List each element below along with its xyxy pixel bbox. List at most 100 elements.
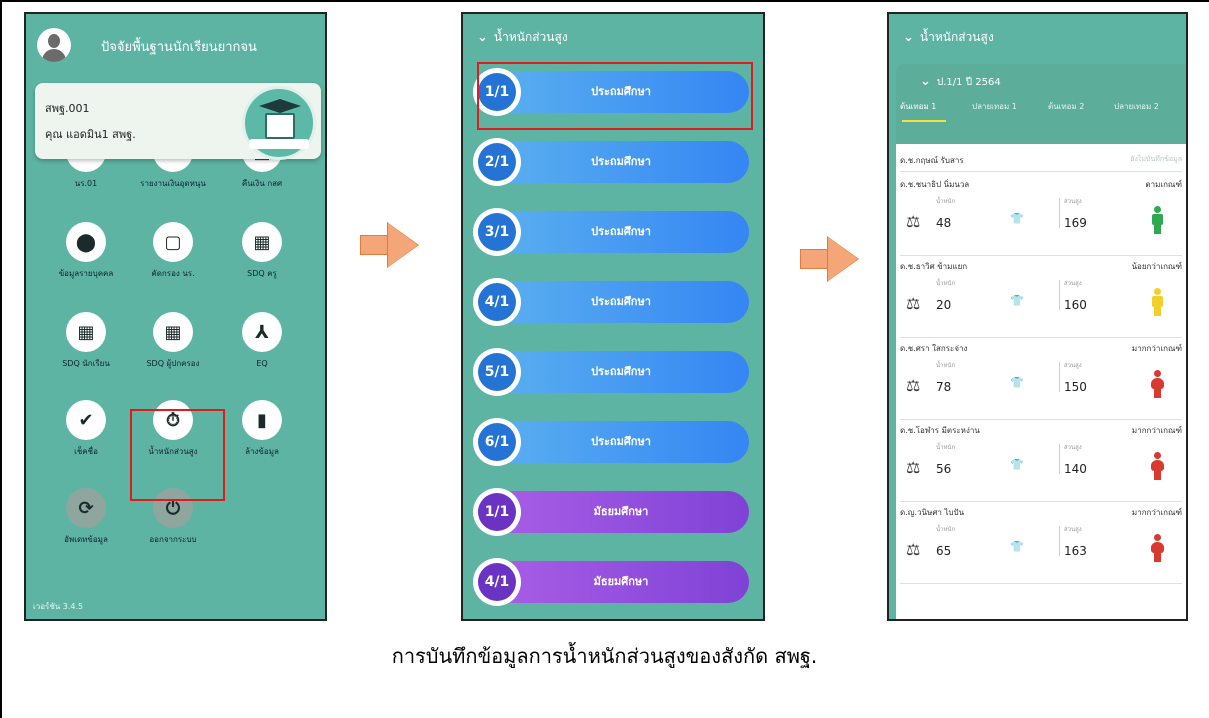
class-button[interactable]: มัธยมศึกษา 4/1 [473,558,749,606]
height-label: ส่วนสูง [1064,444,1082,451]
sync-icon: ⟳ [66,488,106,528]
divider [1059,280,1060,310]
dashboard-plus-icon: ▦ [153,312,193,352]
menu-item-label: ออกจากระบบ [149,535,197,544]
grade-badge: 3/1 [473,208,521,256]
avatar-head [48,34,60,48]
grade-badge: 5/1 [473,348,521,396]
student-name: ด.ช.ชนาธิป นิ่มนวล [900,180,970,189]
menu-item[interactable]: ▦ SDQ นักเรียน [41,312,131,392]
menu-item[interactable]: ▦ SDQ ครู [217,222,307,302]
highlight-weight-height-menu [130,409,225,501]
menu-item-label: ข้อมูลรายบุคคล [58,269,114,278]
person-segment [1154,206,1161,213]
arrow-head [388,223,418,267]
menu-item-label: รายงานเงินอุดหนุน [140,179,206,188]
weight-label: น้ำหนัก [936,526,956,533]
menu-item-label: คืนเงิน กสศ [241,179,283,188]
dashboard-icon: ▦ [242,222,282,262]
person-segment [1154,552,1161,562]
class-pill: ประถมศึกษา [493,211,749,253]
app-title: ปัจจัยพื้นฐานนักเรียนยากจน [101,40,257,55]
growth-status: น้อยกว่าเกณฑ์ [1131,262,1182,271]
list-item[interactable]: ด.ญ.วนิษศา ไบปัน มากกว่าเกณฑ์ น้ำหนัก 65 ส่ว… [900,502,1182,584]
arrow-shaft [360,235,390,255]
class-year[interactable]: ⌄ ป.1/1 ปี 2564 [920,74,1001,90]
growth-status: ตามเกณฑ์ [1145,180,1182,189]
weight-label: น้ำหนัก [936,362,956,369]
grade-badge: 1/1 [473,488,521,536]
list-item[interactable]: ด.ช.ธาวิศ ข้ามแยก น้อยกว่าเกณฑ์ น้ำหนัก 20 ส… [900,256,1182,338]
menu-item[interactable]: ▦ SDQ ผู้ปกครอง [128,312,218,392]
menu-item-label: SDQ ผู้ปกครอง [146,359,200,368]
list-item[interactable]: ด.ช.ศรา ใสกระจ่าง มากกว่าเกณฑ์ น้ำหนัก 78 ส่… [900,338,1182,420]
student-list-screen: ⌄ น้ำหนักส่วนสูง ⌄ ป.1/1 ปี 2564 ต้นเทอม 1… [887,12,1188,621]
book-icon [265,113,295,139]
height-value: 140 [1064,462,1087,476]
grade-number: 4/1 [478,283,516,321]
term-tab[interactable]: ปลายเทอม 1 [972,100,1017,116]
class-button[interactable]: ประถมศึกษา 2/1 [473,138,749,186]
class-button[interactable]: ประถมศึกษา 4/1 [473,278,749,326]
class-pill: มัธยมศึกษา [493,561,749,603]
person-segment [1154,306,1161,316]
list-item[interactable]: ด.ช.ชนาธิป นิ่มนวล ตามเกณฑ์ น้ำหนัก 48 ส่วนส… [900,174,1182,256]
screen-header[interactable]: ⌄ น้ำหนักส่วนสูง [903,28,994,47]
scale-icon: ⚖ [906,294,921,313]
arrow-shaft [800,249,830,269]
class-year-label: ป.1/1 ปี 2564 [936,77,1001,88]
menu-item[interactable]: ▮ ล้างข้อมูล [217,400,307,480]
person-segment [1154,452,1161,459]
weight-value: 56 [936,462,952,476]
user-name: คุณ แอดมิน1 สพฐ. [45,128,136,141]
grade-badge: 2/1 [473,138,521,186]
grade-badge: 6/1 [473,418,521,466]
avatar-body [42,49,66,62]
student-list: ด.ช.กฤษณ์ รับสาร ยังไม่บันทึกข้อมูล ด.ช.… [896,144,1186,619]
class-button[interactable]: ประถมศึกษา 6/1 [473,418,749,466]
scale-icon: ⚖ [906,212,921,231]
menu-item[interactable]: ⟳ อัพเดทข้อมูล [41,488,131,568]
height-value: 169 [1064,216,1087,230]
class-button[interactable]: ประถมศึกษา 5/1 [473,348,749,396]
figure-caption: การบันทึกข้อมูลการน้ำหนักส่วนสูงของสังกั… [391,644,818,668]
term-tab[interactable]: ต้นเทอม 1 [900,100,936,116]
list-item[interactable]: ด.ช.กฤษณ์ รับสาร ยังไม่บันทึกข้อมูล [900,152,1182,172]
menu-item[interactable]: ✔ เช็คชื่อ [41,400,131,480]
grade-badge: 4/1 [473,278,521,326]
menu-item[interactable]: ⅄ EQ [217,312,307,392]
menu-item[interactable]: ⬤ ข้อมูลรายบุคคล [41,222,131,302]
menu-item[interactable]: ▢ คัดกรอง นร. [128,222,218,302]
class-pill: ประถมศึกษา [493,421,749,463]
arrow-right-icon [360,222,419,268]
term-tab[interactable]: ปลายเทอม 2 [1114,100,1159,116]
education-level: มัธยมศึกษา [593,505,649,518]
class-button[interactable]: ประถมศึกษา 3/1 [473,208,749,256]
person-segment [1154,370,1161,377]
list-item[interactable]: ด.ช.โอฬาร มีตระหง่าน มากกว่าเกณฑ์ น้ำหนัก 5… [900,420,1182,502]
person-segment [1154,288,1161,295]
avatar[interactable] [37,28,71,62]
grade-number: 6/1 [478,423,516,461]
dashboard-plus-icon: ▦ [66,312,106,352]
term-tab[interactable]: ต้นเทอม 2 [1048,100,1084,116]
person-status-icon [1150,534,1164,562]
class-pill: มัธยมศึกษา [493,491,749,533]
class-panel: ⌄ ป.1/1 ปี 2564 ต้นเทอม 1 ปลายเทอม 1 ต้นเทอ… [896,64,1186,619]
header-title: น้ำหนักส่วนสูง [919,30,994,44]
user-code: สพฐ.001 [45,102,90,115]
menu-item-label: เช็คชื่อ [74,447,98,456]
education-level: ประถมศึกษา [591,435,651,448]
network-icon: ⅄ [242,312,282,352]
height-label: ส่วนสูง [1064,526,1082,533]
class-button[interactable]: มัธยมศึกษา 1/1 [473,488,749,536]
shirt-icon: 👕 [1010,540,1024,553]
growth-status: มากกว่าเกณฑ์ [1131,426,1182,435]
education-level: ประถมศึกษา [591,225,651,238]
student-name: ด.ช.กฤษณ์ รับสาร [900,156,964,165]
user-card: สพฐ.001 คุณ แอดมิน1 สพฐ. [35,83,321,160]
education-level: ประถมศึกษา [591,295,651,308]
screen-header[interactable]: ⌄ น้ำหนักส่วนสูง [477,28,568,48]
weight-value: 78 [936,380,952,394]
height-value: 160 [1064,298,1087,312]
